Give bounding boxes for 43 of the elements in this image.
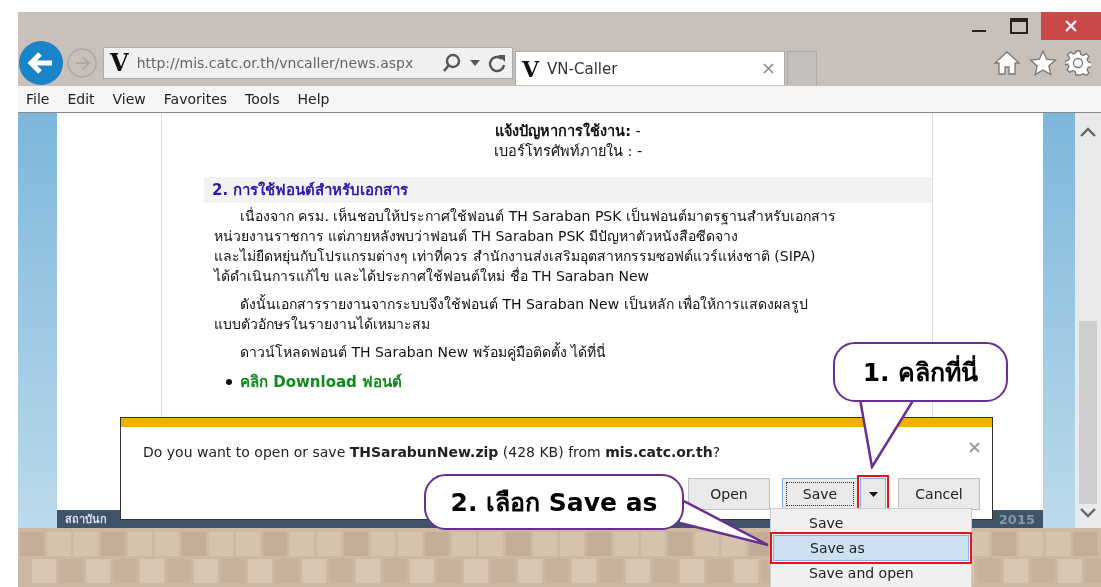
download-message: Do you want to open or save THSarabunNew.zip (428 KB) from mis.catc.or.th? [143, 444, 721, 460]
scroll-down-icon[interactable] [1080, 508, 1096, 518]
footer-text: 2015 [998, 511, 1035, 527]
close-button[interactable] [1041, 12, 1101, 40]
dropdown-caret-icon[interactable] [470, 60, 480, 66]
scroll-up-icon[interactable] [1080, 127, 1096, 137]
menu-item[interactable]: Edit [67, 91, 95, 107]
scrollbar[interactable] [1075, 113, 1101, 528]
dialog-button[interactable]: Open [688, 478, 770, 510]
download-link[interactable]: คลิก Download ฟอนต์ [240, 370, 403, 394]
close-icon[interactable] [969, 442, 980, 453]
refresh-icon[interactable] [488, 53, 506, 73]
paragraph: เนื่องจาก ครม. เห็นชอบให้ประกาศใช้ฟอนต์ TH Saraban PSK เป็นฟอนต์มาตรฐานสำหรับเอกสาร หน่วยงานราชการ แต่ภายหลังพบว่าฟอนต์ TH Saraban PSK มีปัญหาตัวหนังสือซีดจาง และไม่ยืดหยุ่นกับโปรแกรมต่างๆ เท่าที่ควร สำนักงานส่งเสริมอุตสาหกรรมซอฟต์แวร์แห่งชาติ (SIPA) ได้ดำเนินการแก้ไข และได้ประกาศใช้ฟอนต์ใหม่ ชื่อ TH Saraban New [214, 206, 836, 286]
close-icon [1064, 19, 1078, 33]
site-logo: V [522, 57, 540, 80]
back-button[interactable] [18, 40, 64, 86]
menu-option[interactable]: Save [773, 511, 969, 535]
star-icon[interactable] [1029, 50, 1057, 76]
menu-item[interactable]: Favorites [163, 91, 228, 107]
contact-line: เบอร์โทรศัพท์ภายใน : - [492, 142, 644, 161]
save-dropdown-button[interactable] [860, 478, 886, 510]
menu-option[interactable]: Save as [773, 535, 969, 561]
menu-item[interactable]: View [112, 91, 146, 107]
menu-item[interactable]: File [26, 91, 50, 107]
section-heading: 2. การใช้ฟอนต์สำหรับเอกสาร [204, 177, 932, 203]
search-icon[interactable] [442, 53, 462, 73]
home-icon[interactable] [993, 50, 1021, 76]
close-tab-icon[interactable] [763, 63, 774, 74]
footer-text: สถาบันก [65, 512, 107, 528]
caret-icon [868, 491, 878, 497]
paragraph: ดังนั้นเอกสารรายงานจากระบบจึงใช้ฟอนต์ TH Saraban New เป็นหลัก เพื่อให้การแสดงผลรูป แบบตัวอักษรในรายงานได้เหมาะสม [214, 294, 808, 334]
paragraph: ดาวน์โหลดฟอนต์ TH Saraban New พร้อมคู่มือติดตั้ง ได้ที่นี่ [239, 342, 606, 362]
site-logo: V [110, 51, 129, 75]
menu-item[interactable]: Tools [245, 91, 280, 107]
save-button[interactable]: Save [782, 478, 858, 510]
contact-line: แจ้งปัญหาการใช้งาน: - [494, 121, 642, 141]
menu-item[interactable]: Help [297, 91, 330, 107]
browser-tab[interactable]: V VN-Caller [515, 51, 785, 85]
settings-icon[interactable] [1065, 50, 1091, 76]
address-bar[interactable]: V http://mis.catc.or.th/vncaller/news.aspx [103, 47, 513, 79]
dialog-button[interactable]: Cancel [898, 478, 980, 510]
menu-option[interactable]: Save and open [773, 561, 969, 585]
bullet-icon [226, 379, 232, 385]
